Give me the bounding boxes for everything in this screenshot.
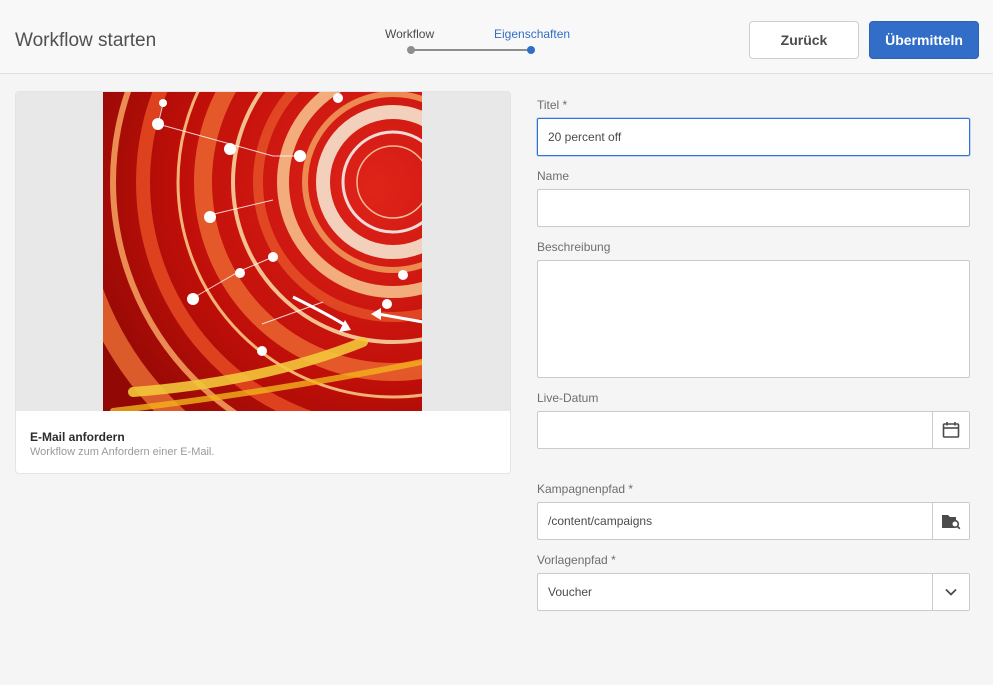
campaign-path-input[interactable]: /content/campaigns xyxy=(548,514,652,528)
calendar-button[interactable] xyxy=(932,412,969,448)
live-date-field xyxy=(537,411,970,449)
wizard-step-workflow[interactable]: Workflow xyxy=(385,27,434,41)
template-path-label: Vorlagenpfad * xyxy=(537,553,616,567)
wizard-step-dot-active xyxy=(527,46,535,54)
card-description: Workflow zum Anfordern einer E-Mail. xyxy=(30,446,215,458)
title-label: Titel * xyxy=(537,98,568,112)
campaign-path-field: /content/campaigns xyxy=(537,502,970,540)
card-title: E-Mail anfordern xyxy=(30,430,125,444)
campaign-path-label: Kampagnenpfad * xyxy=(537,482,634,496)
wizard-step-dot-done xyxy=(407,46,415,54)
template-path-select[interactable]: Voucher xyxy=(537,573,970,611)
page-title: Workflow starten xyxy=(15,30,157,51)
calendar-icon xyxy=(942,422,960,438)
name-input[interactable] xyxy=(537,189,970,227)
template-dropdown-button[interactable] xyxy=(932,574,969,610)
chevron-down-icon xyxy=(945,588,957,596)
folder-search-icon xyxy=(942,515,961,530)
description-textarea[interactable] xyxy=(537,260,970,378)
title-input[interactable]: 20 percent off xyxy=(537,118,970,156)
name-label: Name xyxy=(537,169,570,183)
template-path-value: Voucher xyxy=(548,585,593,599)
workflow-card[interactable]: E-Mail anfordern Workflow zum Anfordern … xyxy=(15,91,511,474)
thumbnail-image xyxy=(103,92,422,411)
description-label: Beschreibung xyxy=(537,240,611,254)
wizard-progress-line xyxy=(411,49,530,51)
browse-path-button[interactable] xyxy=(932,503,969,539)
back-button[interactable]: Zurück xyxy=(749,21,859,59)
workflow-thumbnail xyxy=(16,92,510,411)
wizard-steps: Workflow Eigenschaften xyxy=(380,26,580,56)
submit-button[interactable]: Übermitteln xyxy=(869,21,979,59)
live-date-label: Live-Datum xyxy=(537,391,599,405)
wizard-step-properties[interactable]: Eigenschaften xyxy=(494,27,570,41)
top-bar: Workflow starten Workflow Eigenschaften … xyxy=(0,0,993,74)
